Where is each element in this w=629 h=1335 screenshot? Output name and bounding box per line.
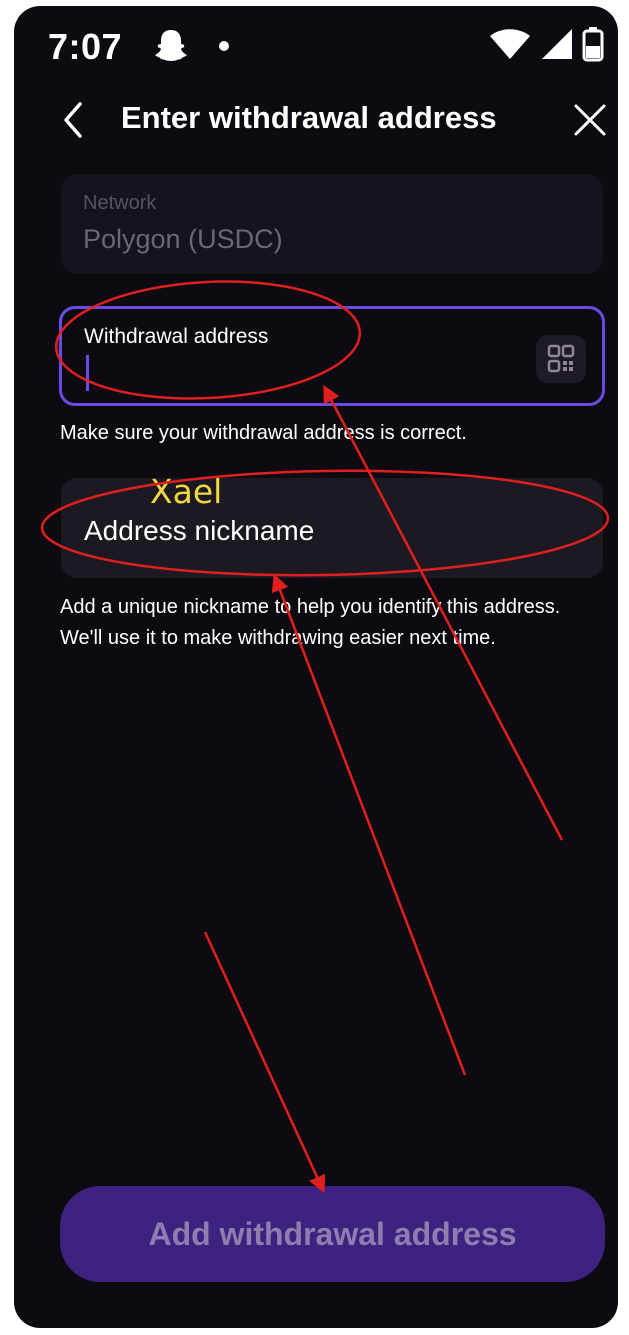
phone-screen: 7:07 Enter withdrawal address Network Po… (14, 6, 618, 1328)
withdrawal-address-input[interactable]: Withdrawal address (59, 306, 605, 406)
withdrawal-address-label: Withdrawal address (84, 325, 269, 348)
notification-dot-icon (219, 41, 229, 51)
chevron-left-icon (64, 102, 82, 138)
network-field: Network Polygon (USDC) (61, 174, 603, 274)
close-icon (574, 104, 606, 136)
status-icons (488, 26, 604, 62)
status-time: 7:07 (48, 26, 123, 67)
close-button[interactable] (568, 98, 612, 142)
snapchat-ghost-icon (154, 28, 188, 69)
network-value: Polygon (USDC) (83, 224, 283, 254)
network-label: Network (83, 192, 157, 214)
withdrawal-address-helper: Make sure your withdrawal address is cor… (60, 422, 467, 444)
qr-scan-icon (547, 344, 575, 373)
nickname-handwritten-text: Xael (150, 472, 223, 511)
nickname-helper: Add a unique nickname to help you identi… (60, 596, 561, 649)
qr-scan-button[interactable] (536, 335, 586, 383)
wifi-icon (490, 29, 530, 59)
signal-icon (542, 29, 572, 59)
battery-icon (582, 27, 604, 62)
page-title: Enter withdrawal address (121, 100, 497, 135)
add-withdrawal-address-button[interactable]: Add withdrawal address (60, 1186, 605, 1282)
add-withdrawal-address-label: Add withdrawal address (148, 1215, 517, 1252)
text-caret (86, 355, 89, 391)
nickname-placeholder: Address nickname (84, 515, 315, 546)
back-button[interactable] (56, 98, 92, 142)
